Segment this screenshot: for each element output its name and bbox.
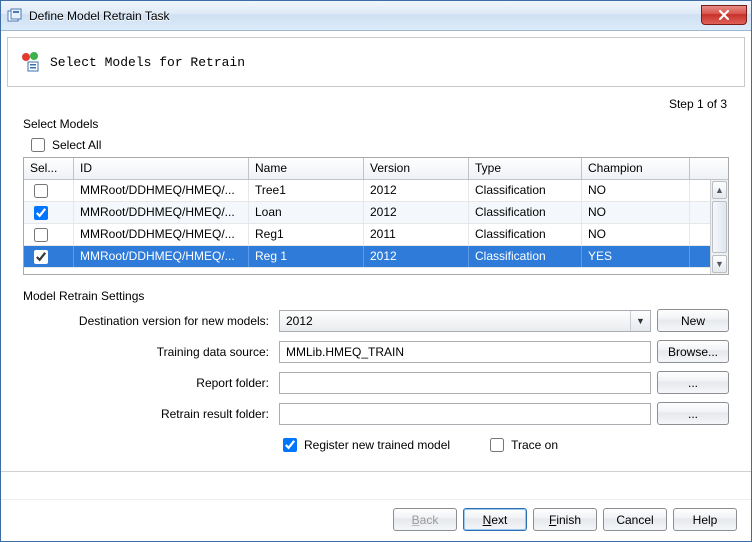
col-type[interactable]: Type [469, 158, 582, 179]
cell-name: Loan [249, 202, 364, 223]
cell-champion: NO [582, 224, 690, 245]
register-model-label: Register new trained model [304, 438, 450, 452]
training-source-input[interactable] [279, 341, 651, 363]
cell-type: Classification [469, 246, 582, 267]
main-content: Step 1 of 3 Select Models Select All Sel… [1, 87, 751, 499]
cell-type: Classification [469, 180, 582, 201]
trace-on-checkbox[interactable] [490, 438, 504, 452]
cell-champion: NO [582, 202, 690, 223]
retrain-result-input[interactable] [279, 403, 651, 425]
col-scroll-spacer [690, 158, 710, 179]
scroll-up-icon[interactable]: ▲ [712, 181, 727, 199]
browse-button[interactable]: Browse... [657, 340, 729, 363]
step-indicator: Step 1 of 3 [23, 97, 729, 111]
cell-type: Classification [469, 224, 582, 245]
next-button[interactable]: Next [463, 508, 527, 531]
chevron-down-icon: ▼ [630, 311, 650, 331]
cell-id: MMRoot/DDHMEQ/HMEQ/... [74, 202, 249, 223]
title-bar: Define Model Retrain Task [1, 1, 751, 31]
register-model-checkbox[interactable] [283, 438, 297, 452]
report-folder-input[interactable] [279, 372, 651, 394]
scroll-thumb[interactable] [712, 201, 727, 253]
finish-button[interactable]: Finish [533, 508, 597, 531]
table-row[interactable]: MMRoot/DDHMEQ/HMEQ/... Reg 1 2012 Classi… [24, 246, 710, 268]
cell-name: Tree1 [249, 180, 364, 201]
new-version-button[interactable]: New [657, 309, 729, 332]
training-source-label: Training data source: [23, 345, 273, 359]
cell-name: Reg 1 [249, 246, 364, 267]
settings-group-label: Model Retrain Settings [23, 289, 729, 303]
separator [1, 471, 751, 472]
wizard-icon [20, 51, 42, 73]
table-row[interactable]: MMRoot/DDHMEQ/HMEQ/... Reg1 2011 Classif… [24, 224, 710, 246]
dest-version-label: Destination version for new models: [23, 314, 273, 328]
close-button[interactable] [701, 5, 747, 25]
trace-on-option[interactable]: Trace on [486, 435, 558, 455]
cell-name: Reg1 [249, 224, 364, 245]
col-id[interactable]: ID [74, 158, 249, 179]
settings-form: Destination version for new models: 2012… [23, 309, 729, 455]
col-champion[interactable]: Champion [582, 158, 690, 179]
wizard-title: Select Models for Retrain [50, 55, 245, 70]
table-header: Sel... ID Name Version Type Champion [24, 158, 728, 180]
cell-champion: NO [582, 180, 690, 201]
cell-champion: YES [582, 246, 690, 267]
row-checkbox[interactable] [34, 206, 48, 220]
register-model-option[interactable]: Register new trained model [279, 435, 450, 455]
select-models-label: Select Models [23, 117, 729, 131]
dest-version-value: 2012 [286, 314, 630, 328]
dest-version-combo[interactable]: 2012 ▼ [279, 310, 651, 332]
cell-id: MMRoot/DDHMEQ/HMEQ/... [74, 180, 249, 201]
col-sel[interactable]: Sel... [24, 158, 74, 179]
cell-version: 2011 [364, 224, 469, 245]
window-title: Define Model Retrain Task [29, 9, 701, 23]
retrain-result-browse-button[interactable]: ... [657, 402, 729, 425]
cell-version: 2012 [364, 180, 469, 201]
select-all-checkbox[interactable] [31, 138, 45, 152]
wizard-header: Select Models for Retrain [7, 37, 745, 87]
cell-version: 2012 [364, 202, 469, 223]
table-row[interactable]: MMRoot/DDHMEQ/HMEQ/... Tree1 2012 Classi… [24, 180, 710, 202]
cell-version: 2012 [364, 246, 469, 267]
row-checkbox[interactable] [34, 184, 48, 198]
help-button[interactable]: Help [673, 508, 737, 531]
retrain-result-label: Retrain result folder: [23, 407, 273, 421]
back-button[interactable]: Back [393, 508, 457, 531]
row-checkbox[interactable] [34, 228, 48, 242]
models-table: Sel... ID Name Version Type Champion MMR… [23, 157, 729, 275]
report-folder-label: Report folder: [23, 376, 273, 390]
app-icon [7, 8, 23, 24]
scroll-down-icon[interactable]: ▼ [712, 255, 727, 273]
cell-id: MMRoot/DDHMEQ/HMEQ/... [74, 224, 249, 245]
col-version[interactable]: Version [364, 158, 469, 179]
cell-type: Classification [469, 202, 582, 223]
wizard-footer: Back Next Finish Cancel Help [1, 499, 751, 541]
row-checkbox[interactable] [34, 250, 48, 264]
trace-on-label: Trace on [511, 438, 558, 452]
table-scrollbar[interactable]: ▲ ▼ [710, 180, 728, 274]
cancel-button[interactable]: Cancel [603, 508, 667, 531]
select-all-label: Select All [52, 138, 101, 152]
cell-id: MMRoot/DDHMEQ/HMEQ/... [74, 246, 249, 267]
report-folder-browse-button[interactable]: ... [657, 371, 729, 394]
col-name[interactable]: Name [249, 158, 364, 179]
table-row[interactable]: MMRoot/DDHMEQ/HMEQ/... Loan 2012 Classif… [24, 202, 710, 224]
